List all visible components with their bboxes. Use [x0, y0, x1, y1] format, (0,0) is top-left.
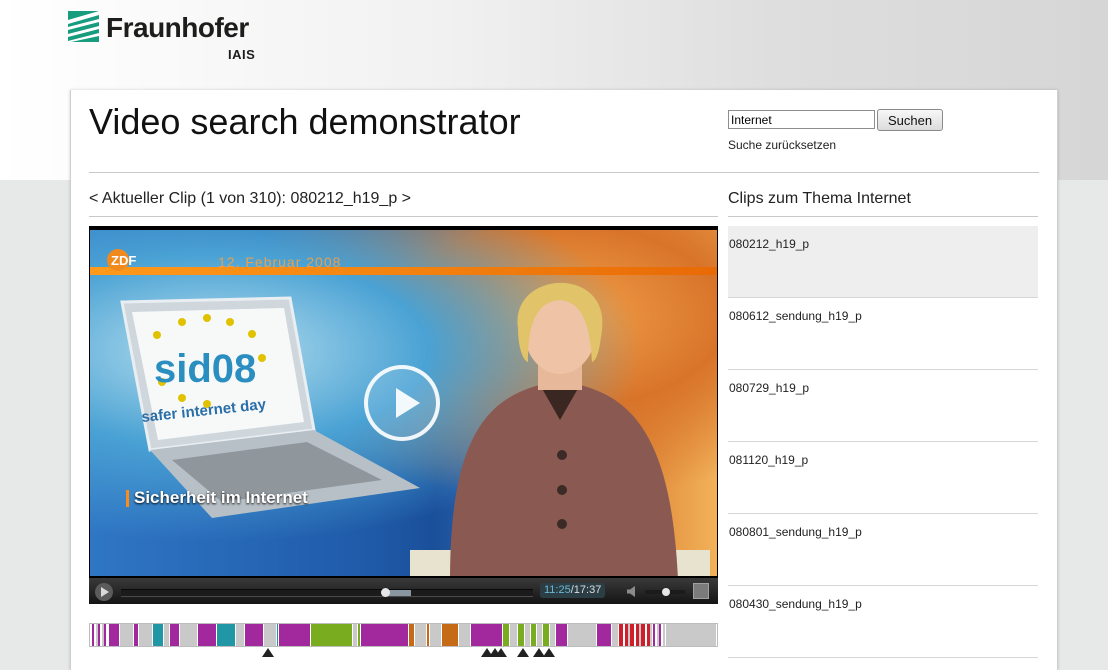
clip-label: 080729_h19_p — [729, 381, 810, 395]
search-input[interactable] — [728, 110, 875, 129]
clip-list-item[interactable]: 080212_h19_p — [728, 226, 1038, 298]
timeline-marker-icon[interactable] — [261, 648, 274, 657]
timeline-segment[interactable] — [198, 624, 218, 646]
timeline-segment[interactable] — [596, 624, 613, 646]
timeline-segment[interactable] — [414, 624, 428, 646]
next-clip-button[interactable]: > — [402, 190, 411, 207]
presenter-image — [410, 282, 710, 576]
fraunhofer-logo-mark-icon — [68, 11, 99, 42]
timeline-segment[interactable] — [170, 624, 180, 646]
seek-handle[interactable] — [380, 588, 390, 597]
timeline-marker-icon[interactable] — [494, 648, 507, 657]
timeline-segment[interactable] — [310, 624, 354, 646]
timeline-segment[interactable] — [217, 624, 237, 646]
player-controls: 11:25/17:37 — [89, 578, 718, 604]
timeline-segment[interactable] — [442, 624, 459, 646]
volume-icon[interactable] — [627, 586, 637, 597]
timeline-segment[interactable] — [236, 624, 246, 646]
fullscreen-icon[interactable] — [693, 583, 709, 599]
timeline-segment[interactable] — [152, 624, 164, 646]
clip-list-item[interactable]: 080430_sendung_h19_p — [728, 586, 1038, 658]
timeline-segment[interactable] — [502, 624, 511, 646]
zdf-channel-logo: ZDF — [107, 249, 136, 271]
date-overlay: 12. Februar 2008 — [218, 254, 342, 270]
search-button[interactable]: Suchen — [877, 109, 943, 131]
timeline-segment[interactable] — [91, 624, 109, 646]
clip-list-item[interactable]: 080729_h19_p — [728, 370, 1038, 442]
current-time: 11:25 — [544, 584, 571, 596]
current-clip-label: Aktueller Clip (1 von 310): 080212_h19_p — [101, 190, 398, 207]
volume-handle[interactable] — [662, 588, 670, 596]
timeline-segment[interactable] — [555, 624, 569, 646]
timeline-segment[interactable] — [471, 624, 503, 646]
timeline-segment[interactable] — [568, 624, 597, 646]
video-caption: Sicherheit im Internet — [126, 488, 308, 507]
clip-label: 080801_sendung_h19_p — [729, 525, 862, 539]
timeline-segment[interactable] — [179, 624, 199, 646]
clip-list-item[interactable]: 080612_sendung_h19_p — [728, 298, 1038, 370]
timeline-segment[interactable] — [360, 624, 409, 646]
main-panel: Video search demonstrator Suchen Suche z… — [70, 90, 1058, 670]
timeline-segment[interactable] — [108, 624, 121, 646]
play-overlay-button[interactable] — [364, 365, 440, 441]
timeline-segment[interactable] — [618, 624, 654, 646]
video-player[interactable]: ZDF 12. Februar 2008 sid08 safer interne… — [89, 226, 718, 604]
sidebar-heading-divider — [728, 216, 1038, 217]
duration: 17:37 — [573, 584, 602, 596]
timeline-segment[interactable] — [279, 624, 311, 646]
play-icon[interactable] — [95, 583, 113, 601]
clip-list-item[interactable]: 080801_sendung_h19_p — [728, 514, 1038, 586]
timeline-segment[interactable] — [458, 624, 472, 646]
zdf-logo-text: ZDF — [111, 253, 136, 268]
sid-logo-text: sid08 — [154, 347, 256, 391]
time-display: 11:25/17:37 — [540, 583, 606, 598]
timeline-segment[interactable] — [653, 624, 666, 646]
timeline-segment[interactable] — [665, 624, 717, 646]
volume-slider[interactable] — [645, 588, 685, 596]
timeline-segment[interactable] — [429, 624, 443, 646]
sidebar-heading: Clips zum Thema Internet — [728, 190, 911, 207]
clip-label: 080430_sendung_h19_p — [729, 597, 862, 611]
fraunhofer-logo[interactable]: Fraunhofer IAIS — [68, 10, 268, 66]
clip-list-item[interactable]: 081120_h19_p — [728, 442, 1038, 514]
video-frame[interactable]: ZDF 12. Februar 2008 sid08 safer interne… — [90, 230, 717, 576]
previous-clip-button[interactable]: < — [89, 190, 98, 207]
page-title: Video search demonstrator — [89, 101, 521, 142]
clip-navigation: < Aktueller Clip (1 von 310): 080212_h19… — [89, 190, 411, 208]
clip-label: 081120_h19_p — [729, 453, 809, 467]
header-divider — [89, 172, 1039, 173]
timeline-segment[interactable] — [120, 624, 134, 646]
clip-timeline[interactable] — [89, 623, 718, 647]
clip-label: 080612_sendung_h19_p — [729, 309, 862, 323]
timeline-marker-icon[interactable] — [542, 648, 555, 657]
timeline-segment[interactable] — [510, 624, 519, 646]
logo-subtitle: IAIS — [228, 47, 256, 62]
reset-search-link[interactable]: Suche zurücksetzen — [728, 138, 836, 152]
seek-bar[interactable] — [121, 588, 533, 597]
timeline-marker-icon[interactable] — [516, 648, 529, 657]
clip-label: 080212_h19_p — [729, 237, 810, 251]
logo-name: Fraunhofer — [106, 12, 249, 43]
timeline-segment[interactable] — [245, 624, 265, 646]
timeline-segment[interactable] — [264, 624, 277, 646]
clip-header-divider — [89, 216, 718, 217]
timeline-segment[interactable] — [138, 624, 153, 646]
